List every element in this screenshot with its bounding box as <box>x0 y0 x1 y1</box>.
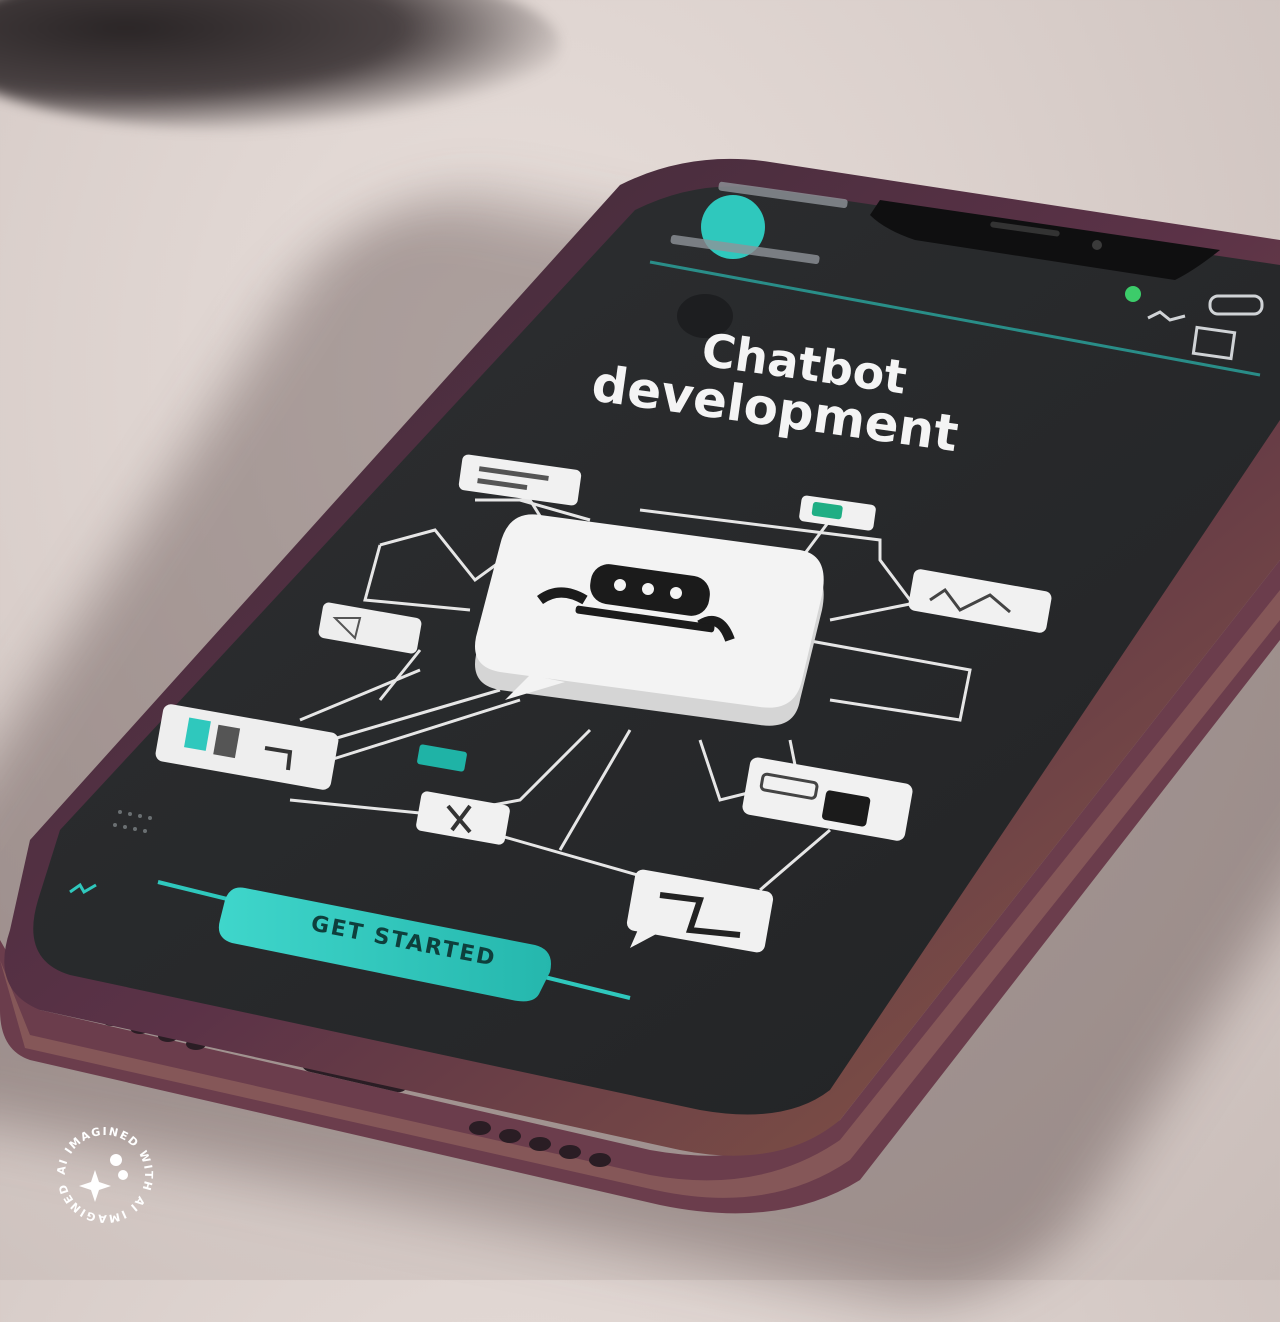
sparkle-icon <box>79 1170 111 1202</box>
watermark-dot-2 <box>118 1170 128 1180</box>
status-green-dot-icon <box>1125 286 1141 302</box>
front-camera-icon <box>1092 240 1102 250</box>
watermark-dot-1 <box>110 1154 122 1166</box>
phone-scene: Chatbot development GET STARTED AI IMAGI… <box>0 0 1280 1225</box>
